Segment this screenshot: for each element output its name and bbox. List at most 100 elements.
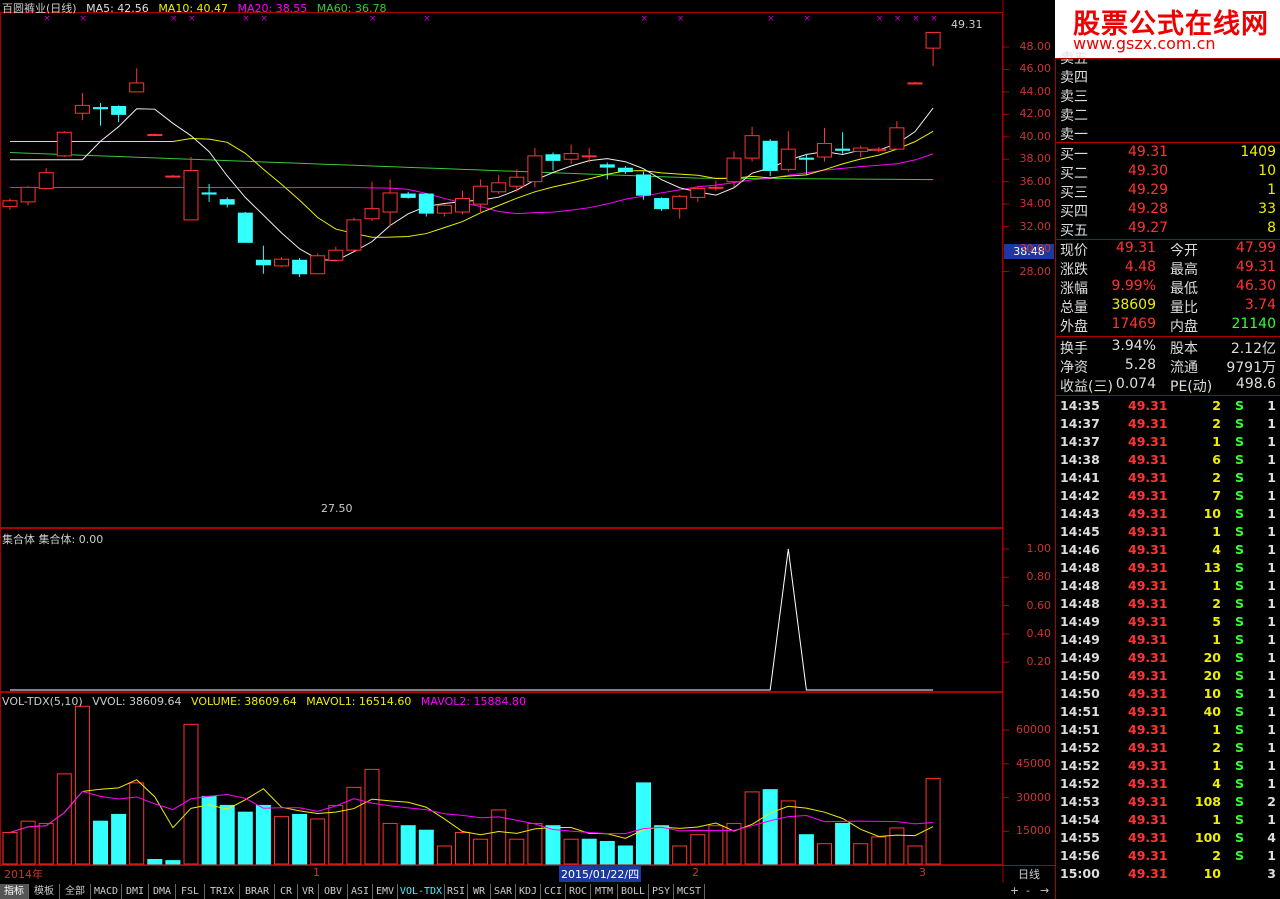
tick-count: 1 bbox=[1267, 758, 1276, 773]
tab-fsl[interactable]: FSL bbox=[176, 884, 205, 899]
tick-volume: 2 bbox=[1212, 596, 1221, 611]
buy-order-row[interactable]: 买一 49.31 1409 bbox=[1058, 144, 1278, 163]
tick-row: 14:51 49.31 40 S 1 bbox=[1058, 704, 1278, 722]
chart-canvas[interactable]: × × × × × × × × × × × × × × × × bbox=[0, 0, 1055, 899]
candle-body bbox=[310, 255, 326, 275]
tab-mtm[interactable]: MTM bbox=[591, 884, 618, 899]
tick-time: 14:37 bbox=[1060, 434, 1100, 449]
tick-count: 1 bbox=[1267, 776, 1276, 791]
volume-bar bbox=[165, 860, 181, 865]
tick-side: S bbox=[1235, 614, 1245, 629]
sell-order-row[interactable]: 卖三 bbox=[1058, 86, 1278, 105]
tick-row: 14:52 49.31 2 S 1 bbox=[1058, 740, 1278, 758]
tab-kdj[interactable]: KDJ bbox=[516, 884, 541, 899]
tick-side: S bbox=[1235, 452, 1245, 467]
tab-dmi[interactable]: DMI bbox=[122, 884, 149, 899]
tab-wr[interactable]: WR bbox=[468, 884, 491, 899]
tick-volume: 1 bbox=[1212, 758, 1221, 773]
candle-body bbox=[93, 107, 108, 110]
tab--[interactable]: 模板 bbox=[29, 884, 60, 899]
zoom-controls: + - → bbox=[1006, 884, 1055, 899]
tick-row: 14:45 49.31 1 S 1 bbox=[1058, 524, 1278, 542]
buy-order-row[interactable]: 买五 49.27 8 bbox=[1058, 220, 1278, 239]
quote-value: 498.6 bbox=[1235, 376, 1276, 392]
buy-label: 买二 bbox=[1060, 166, 1088, 182]
tab-mcst[interactable]: MCST bbox=[674, 884, 705, 899]
tab-vr[interactable]: VR bbox=[298, 884, 319, 899]
buy-order-row[interactable]: 买二 49.30 10 bbox=[1058, 163, 1278, 182]
zoom-in-button[interactable]: + bbox=[1010, 884, 1019, 897]
tick-volume: 10 bbox=[1203, 686, 1221, 701]
tab-vol-tdx[interactable]: VOL-TDX bbox=[398, 884, 445, 899]
tick-price: 49.31 bbox=[1128, 812, 1168, 827]
sell-order-row[interactable]: 卖二 bbox=[1058, 105, 1278, 124]
tick-count: 1 bbox=[1267, 686, 1276, 701]
tick-time: 14:42 bbox=[1060, 488, 1100, 503]
tab-boll[interactable]: BOLL bbox=[618, 884, 649, 899]
tick-time: 14:50 bbox=[1060, 668, 1100, 683]
volume-bar bbox=[255, 804, 271, 865]
scroll-right-button[interactable]: → bbox=[1040, 884, 1049, 897]
tab-rsi[interactable]: RSI bbox=[445, 884, 468, 899]
tab-dma[interactable]: DMA bbox=[149, 884, 176, 899]
volume-bar bbox=[400, 825, 416, 865]
tab-obv[interactable]: OBV bbox=[319, 884, 348, 899]
tick-count: 1 bbox=[1267, 578, 1276, 593]
indicator-tick-label: 0.20 bbox=[1026, 655, 1052, 669]
buy-price: 49.27 bbox=[1128, 220, 1169, 236]
tab-macd[interactable]: MACD bbox=[91, 884, 122, 899]
tab-emv[interactable]: EMV bbox=[373, 884, 398, 899]
tab--[interactable]: 全部 bbox=[60, 884, 91, 899]
signal-marker: × bbox=[641, 14, 649, 24]
tick-side: S bbox=[1235, 434, 1245, 449]
tick-price: 49.31 bbox=[1128, 848, 1168, 863]
candle-body bbox=[835, 148, 851, 151]
tab-sar[interactable]: SAR bbox=[491, 884, 516, 899]
tick-price: 49.31 bbox=[1128, 488, 1168, 503]
tick-price: 49.31 bbox=[1128, 794, 1168, 809]
tick-time: 14:55 bbox=[1060, 830, 1100, 845]
tick-side: S bbox=[1235, 398, 1245, 413]
candle-body bbox=[20, 186, 36, 203]
tick-row: 15:00 49.31 10 3 bbox=[1058, 866, 1278, 884]
tick-row: 14:50 49.31 20 S 1 bbox=[1058, 668, 1278, 686]
tab-brar[interactable]: BRAR bbox=[240, 884, 275, 899]
tab-trix[interactable]: TRIX bbox=[205, 884, 240, 899]
price-tick-label: 32.00 bbox=[1019, 219, 1052, 233]
quote-label: 涨跌 bbox=[1060, 262, 1088, 278]
tick-price: 49.31 bbox=[1128, 452, 1168, 467]
tick-price: 49.31 bbox=[1128, 542, 1168, 557]
tick-price: 49.31 bbox=[1128, 470, 1168, 485]
sell-order-row[interactable]: 卖四 bbox=[1058, 67, 1278, 86]
tab-cr[interactable]: CR bbox=[275, 884, 298, 899]
tab--[interactable]: 指标 bbox=[0, 884, 29, 899]
buy-order-row[interactable]: 买三 49.29 1 bbox=[1058, 182, 1278, 201]
candle-body bbox=[201, 192, 217, 195]
tick-volume: 7 bbox=[1212, 488, 1221, 503]
buy-order-row[interactable]: 买四 49.28 33 bbox=[1058, 201, 1278, 220]
signal-marker: × bbox=[803, 14, 811, 24]
tick-volume: 2 bbox=[1212, 416, 1221, 431]
volume-bar bbox=[581, 838, 597, 865]
tick-volume: 108 bbox=[1194, 794, 1221, 809]
tick-row: 14:41 49.31 2 S 1 bbox=[1058, 470, 1278, 488]
tab-cci[interactable]: CCI bbox=[541, 884, 566, 899]
price-tick-label: 44.00 bbox=[1019, 84, 1052, 98]
tab-psy[interactable]: PSY bbox=[649, 884, 674, 899]
tab-asi[interactable]: ASI bbox=[348, 884, 373, 899]
candle-body bbox=[581, 155, 597, 158]
tab-roc[interactable]: ROC bbox=[566, 884, 591, 899]
tick-price: 49.31 bbox=[1128, 758, 1168, 773]
candle-body bbox=[255, 259, 271, 266]
tick-count: 1 bbox=[1267, 398, 1276, 413]
period-label[interactable]: 日线 bbox=[1018, 866, 1040, 882]
tick-time: 14:48 bbox=[1060, 560, 1100, 575]
sell-order-row[interactable]: 卖一 bbox=[1058, 124, 1278, 143]
quote-label: 现价 bbox=[1060, 243, 1088, 259]
zoom-out-button[interactable]: - bbox=[1026, 884, 1030, 897]
ma60-label: MA60: 36.78 bbox=[316, 2, 387, 15]
tick-row: 14:50 49.31 10 S 1 bbox=[1058, 686, 1278, 704]
candle-body bbox=[617, 167, 633, 173]
volume-bar bbox=[780, 800, 796, 865]
volume-label: VOLUME: 38609.64 bbox=[191, 695, 297, 708]
